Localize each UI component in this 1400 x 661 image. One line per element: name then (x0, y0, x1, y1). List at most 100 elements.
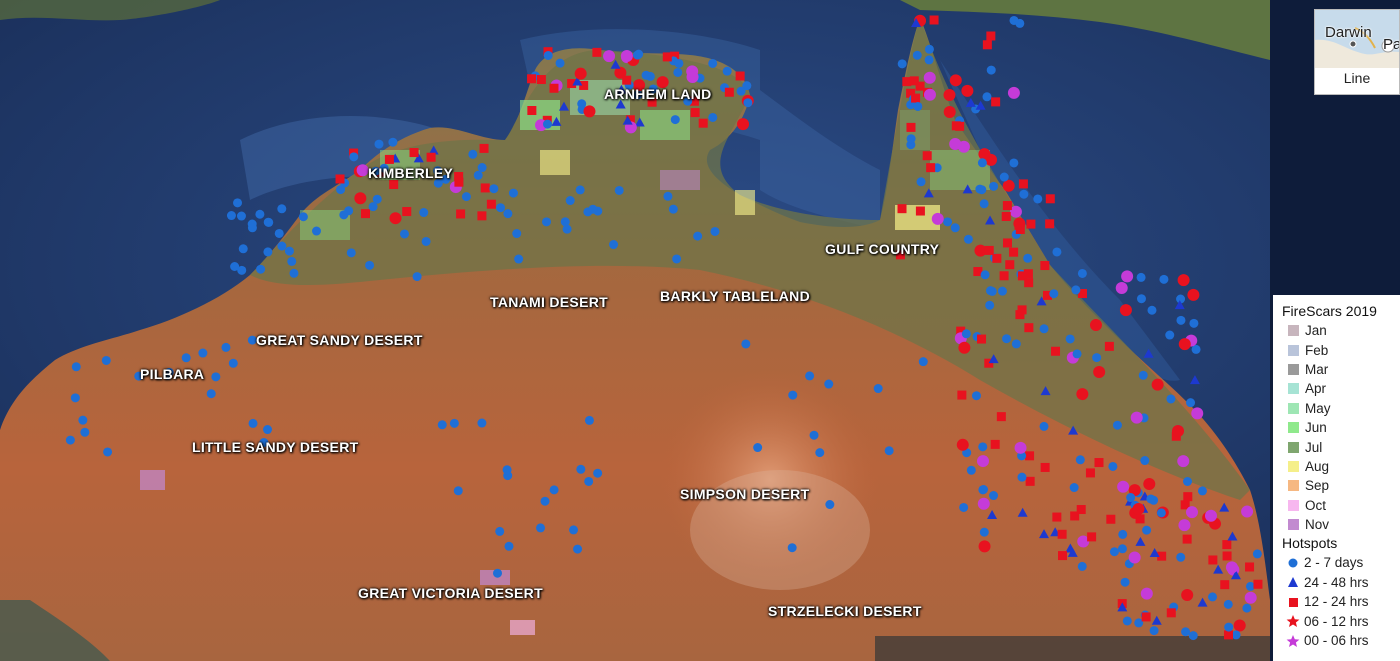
hotspot-marker (574, 67, 587, 80)
hotspot-marker (101, 355, 111, 365)
hotspot-marker (923, 71, 936, 84)
legend-month-label: Feb (1305, 342, 1329, 358)
hotspot-marker (1108, 461, 1118, 471)
hotspot-marker (349, 152, 359, 162)
hotspot-marker (1186, 398, 1196, 408)
hotspot-marker (979, 484, 989, 494)
mini-map-city-label: Darwin (1325, 24, 1372, 41)
hotspot-marker (722, 66, 732, 76)
hotspot-marker (503, 209, 513, 219)
hotspot-marker (1011, 339, 1021, 349)
hotspot-marker (622, 75, 632, 85)
hotspot-marker (1222, 540, 1232, 550)
hotspot-marker (975, 184, 985, 194)
hotspot-marker (1136, 272, 1146, 282)
mini-map-city-partial: Pa (1383, 36, 1399, 53)
hotspot-marker (198, 348, 208, 358)
legend-month-may: May (1282, 399, 1400, 418)
hotspot-marker (1024, 278, 1034, 288)
hotspot-marker (1142, 525, 1152, 535)
hotspot-marker (346, 248, 356, 258)
legend-month-jun: Jun (1282, 418, 1400, 437)
hotspot-marker (1089, 318, 1102, 331)
hotspot-marker (978, 540, 991, 553)
hotspot-marker (536, 523, 546, 533)
hotspot-marker (1049, 289, 1059, 299)
hotspot-marker (65, 435, 75, 445)
hotspot-marker (1178, 519, 1191, 532)
hotspot-marker (787, 543, 797, 553)
star-icon (1286, 634, 1300, 648)
hotspot-marker (542, 217, 552, 227)
hotspot-marker (384, 154, 394, 164)
hotspot-marker (735, 71, 745, 81)
hotspot-marker (1140, 587, 1153, 600)
hotspot-marker (211, 372, 221, 382)
hotspot-marker (974, 244, 987, 257)
hotspot-marker (508, 188, 518, 198)
hotspot-marker (1159, 274, 1169, 284)
hotspot-marker (737, 118, 750, 131)
hotspot-marker (365, 260, 375, 270)
region-label-great-sandy-desert: GREAT SANDY DESERT (256, 332, 423, 348)
hotspot-marker (1052, 247, 1062, 257)
hotspot-marker (1178, 338, 1191, 351)
hotspot-marker (388, 137, 398, 147)
hotspot-marker (1126, 493, 1136, 503)
hotspot-marker (985, 300, 995, 310)
hotspot-marker (1045, 194, 1055, 204)
legend-month-apr: Apr (1282, 379, 1400, 398)
map-type-toggle[interactable]: Darwin Pa Line (1314, 9, 1400, 95)
hotspot-marker (1245, 562, 1255, 572)
hotspot-marker (592, 47, 602, 57)
hotspot-marker (233, 198, 243, 208)
hotspot-marker (1069, 483, 1079, 493)
hotspot-marker (1120, 577, 1130, 587)
hotspot-marker (71, 362, 81, 372)
hotspot-marker (724, 87, 734, 97)
hotspot-marker (1077, 561, 1087, 571)
hotspot-marker (1057, 529, 1067, 539)
hotspot-marker (1002, 334, 1012, 344)
hotspot-marker (1025, 451, 1035, 461)
legend-swatch (1288, 344, 1299, 356)
hotspot-marker (1242, 603, 1252, 613)
hotspot-marker (480, 183, 490, 193)
hotspot-marker (1208, 555, 1218, 565)
hotspot-marker (989, 491, 999, 501)
region-label-gulf-country: GULF COUNTRY (825, 241, 940, 257)
legend-hotspot-row: 2 - 7 days (1282, 553, 1400, 572)
legend-month-label: Oct (1305, 497, 1327, 513)
legend-hotspot-label: 24 - 48 hrs (1304, 574, 1369, 590)
hotspot-marker (274, 228, 284, 238)
hotspot-marker (929, 15, 939, 25)
legend-month-label: Apr (1305, 381, 1327, 397)
hotspot-marker (991, 97, 1001, 107)
hotspot-marker (1183, 492, 1193, 502)
hotspot-marker (1112, 420, 1122, 430)
hotspot-marker (473, 170, 483, 180)
hotspot-marker (1009, 15, 1019, 25)
hotspot-marker (698, 118, 708, 128)
hotspot-marker (389, 212, 402, 225)
hotspot-marker (255, 209, 265, 219)
hotspot-marker (1165, 330, 1175, 340)
hotspot-marker (982, 92, 992, 102)
hotspot-marker (527, 74, 537, 84)
hotspot-marker (986, 31, 996, 41)
hotspot-marker (399, 229, 409, 239)
hotspot-marker (1197, 486, 1207, 496)
hotspot-marker (354, 192, 367, 205)
hotspot-marker (277, 204, 287, 214)
hotspot-marker (1208, 592, 1218, 602)
hotspot-marker (990, 439, 1000, 449)
hotspot-marker (1241, 505, 1254, 518)
hotspot-marker (999, 172, 1009, 182)
hotspot-marker (931, 212, 944, 225)
legend-swatch (1288, 363, 1299, 375)
hotspot-marker (741, 339, 751, 349)
hotspot-marker (956, 438, 969, 451)
hotspot-marker (916, 177, 926, 187)
legend-month-oct: Oct (1282, 496, 1400, 515)
hotspot-marker (603, 50, 616, 63)
